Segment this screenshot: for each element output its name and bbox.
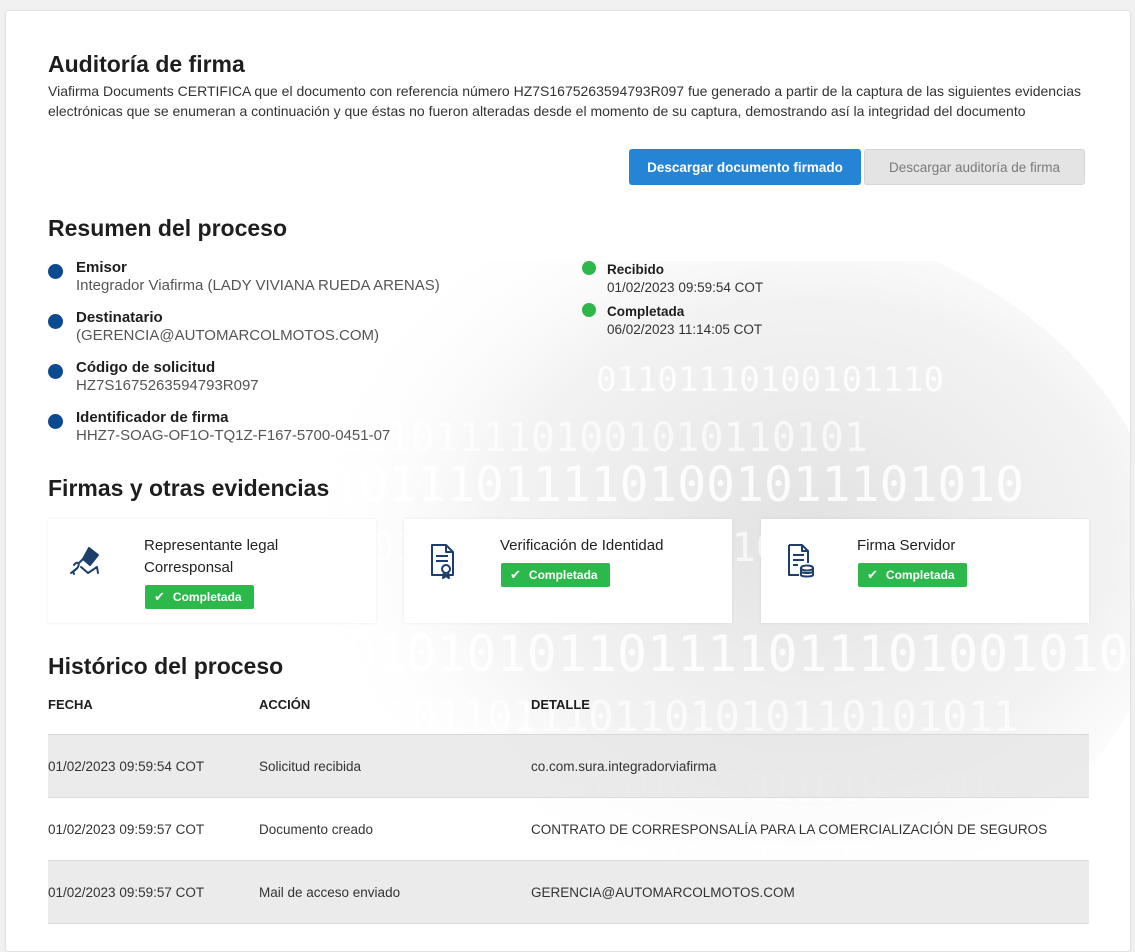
summary-item-value: Integrador Viafirma (LADY VIVIANA RUEDA … xyxy=(76,277,440,294)
evidence-card-firma-servidor[interactable]: Firma Servidor ✔ Completada xyxy=(761,519,1089,623)
summary-item-label: Destinatario xyxy=(76,309,163,326)
status-label: Recibido xyxy=(607,262,665,277)
server-document-icon xyxy=(788,544,814,578)
bullet-dot-icon xyxy=(48,314,63,329)
bullet-dot-icon xyxy=(48,364,63,379)
history-action: Mail de acceso enviado xyxy=(259,860,531,924)
status-badge-label: Completada xyxy=(172,590,242,604)
history-detail: co.com.sura.integradorviafirma xyxy=(531,734,1089,798)
status-date: 01/02/2023 09:59:54 COT xyxy=(607,280,764,295)
table-row: 01/02/2023 09:59:57 COT Documento creado… xyxy=(48,797,1089,861)
certification-description: Viafirma Documents CERTIFICA que el docu… xyxy=(48,83,1081,119)
bullet-dot-icon xyxy=(48,264,63,279)
history-action: Documento creado xyxy=(259,797,531,861)
summary-item-value: HZ7S1675263594793R097 xyxy=(76,377,259,394)
history-date: 01/02/2023 09:59:57 COT xyxy=(48,797,259,861)
history-date: 01/02/2023 09:59:57 COT xyxy=(48,860,259,924)
bullet-dot-icon xyxy=(48,414,63,429)
summary-item-value: (GERENCIA@AUTOMARCOLMOTOS.COM) xyxy=(76,327,380,344)
column-header-accion: ACCIÓN xyxy=(259,693,531,735)
status-dot-icon xyxy=(582,261,596,275)
table-header-row: FECHA ACCIÓN DETALLE xyxy=(48,693,1089,735)
status-date: 06/02/2023 11:14:05 COT xyxy=(607,322,763,337)
download-audit-button[interactable]: Descargar auditoría de firma xyxy=(864,149,1085,185)
svg-text:0101010110111101110100101010: 0101010110111101110100101010 xyxy=(346,625,1130,683)
summary-item-label: Código de solicitud xyxy=(76,359,216,376)
evidence-title: Representante legal xyxy=(144,537,279,554)
download-signed-document-button[interactable]: Descargar documento firmado xyxy=(629,149,861,185)
summary-heading: Resumen del proceso xyxy=(48,215,288,241)
signature-hand-icon xyxy=(70,547,99,575)
evidence-card-representante[interactable]: Representante legal Corresponsal ✔ Compl… xyxy=(48,519,376,623)
check-icon: ✔ xyxy=(510,567,521,582)
status-badge-label: Completada xyxy=(885,568,955,582)
audit-card: 01101110100101110 0101110111101001010110… xyxy=(5,10,1131,952)
history-action: Solicitud recibida xyxy=(259,734,531,798)
status-badge: ✔ Completada xyxy=(501,563,610,587)
evidence-title: Firma Servidor xyxy=(857,537,956,554)
certificate-document-icon xyxy=(431,544,454,579)
check-icon: ✔ xyxy=(867,567,878,582)
page-title: Auditoría de firma xyxy=(48,51,245,77)
status-label: Completada xyxy=(607,304,685,319)
table-row: 01/02/2023 09:59:54 COT Solicitud recibi… xyxy=(48,734,1089,798)
summary-item-label: Identificador de firma xyxy=(76,409,229,426)
summary-item-label: Emisor xyxy=(76,259,127,276)
column-header-fecha: FECHA xyxy=(48,693,259,735)
history-detail: CONTRATO DE CORRESPONSALÍA PARA LA COMER… xyxy=(531,797,1089,861)
status-badge-label: Completada xyxy=(528,568,598,582)
status-badge: ✔ Completada xyxy=(145,585,254,609)
summary-item-value: HHZ7-SOAG-OF1O-TQ1Z-F167-5700-0451-07 xyxy=(76,427,391,444)
history-table: FECHA ACCIÓN DETALLE 01/02/2023 09:59:54… xyxy=(48,693,1089,924)
check-icon: ✔ xyxy=(154,589,165,604)
evidence-title: Verificación de Identidad xyxy=(500,537,664,554)
status-dot-icon xyxy=(582,303,596,317)
svg-text:01101110100101110: 01101110100101110 xyxy=(596,360,944,400)
history-date: 01/02/2023 09:59:54 COT xyxy=(48,734,259,798)
evidences-heading: Firmas y otras evidencias xyxy=(48,475,330,501)
history-detail: GERENCIA@AUTOMARCOLMOTOS.COM xyxy=(531,860,1089,924)
evidence-subtitle: Corresponsal xyxy=(144,559,234,576)
evidence-card-verificacion[interactable]: Verificación de Identidad ✔ Completada xyxy=(404,519,732,623)
table-row: 01/02/2023 09:59:57 COT Mail de acceso e… xyxy=(48,860,1089,924)
history-heading: Histórico del proceso xyxy=(48,653,284,679)
status-badge: ✔ Completada xyxy=(858,563,967,587)
column-header-detalle: DETALLE xyxy=(531,693,1089,735)
